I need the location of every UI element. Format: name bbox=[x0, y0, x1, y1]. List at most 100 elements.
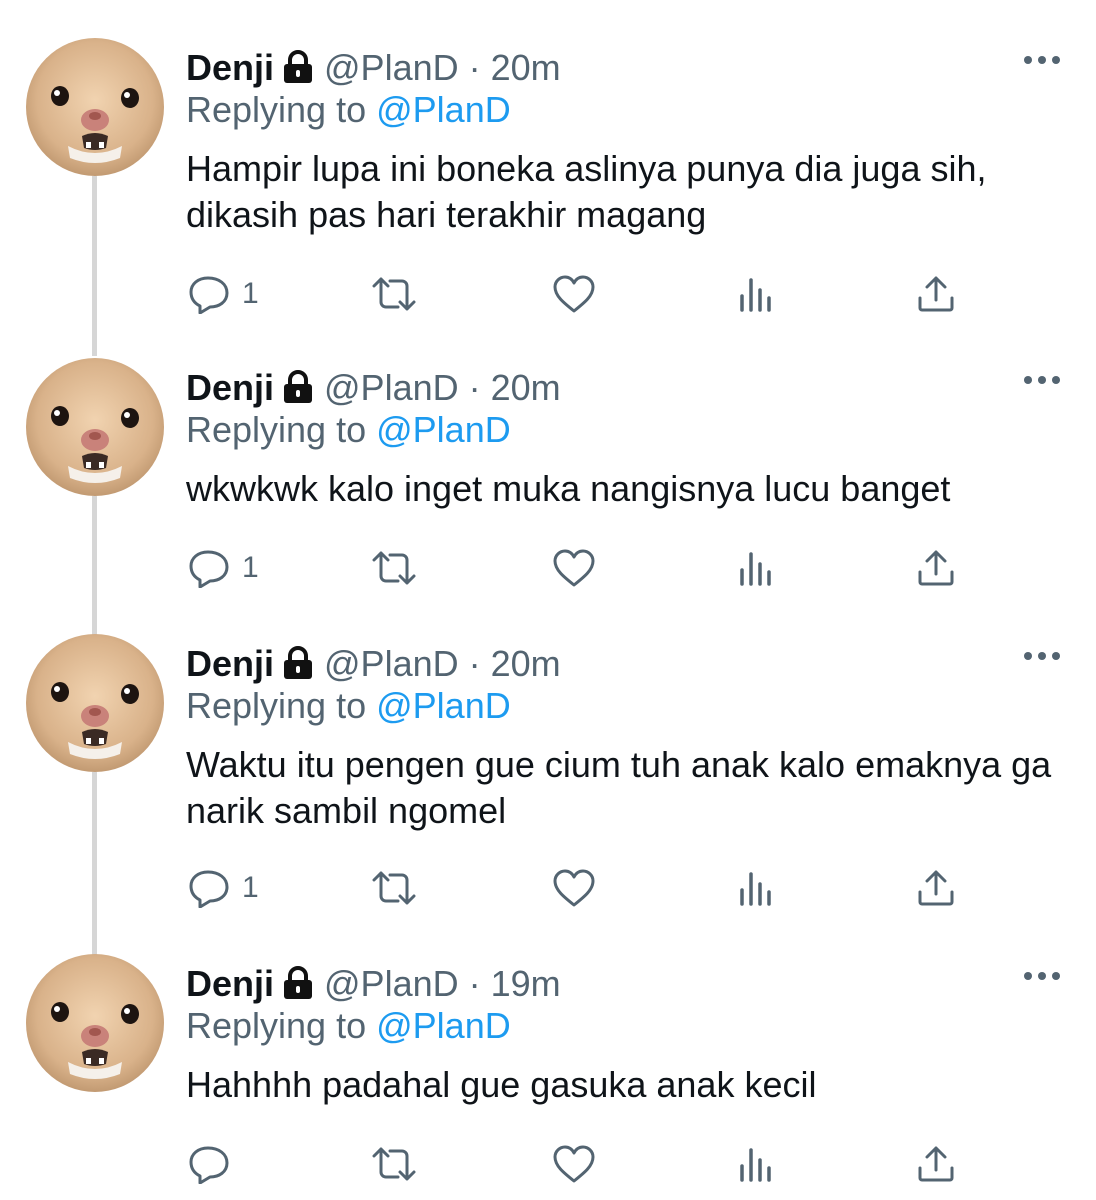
mention-link[interactable]: @PlanD bbox=[376, 89, 511, 130]
display-name[interactable]: Denji bbox=[186, 963, 274, 1004]
tweet[interactable]: Denji @PlanD · 20m Replying to @PlanD wkwkw… bbox=[0, 358, 1096, 618]
tweet[interactable]: Denji @PlanD · 20m Replying to @PlanD Hampi… bbox=[0, 38, 1096, 338]
more-options-icon[interactable] bbox=[1024, 650, 1060, 662]
replying-prefix: Replying to bbox=[186, 685, 367, 726]
share-button[interactable] bbox=[916, 272, 956, 316]
like-button[interactable] bbox=[552, 272, 596, 316]
tweet-text: wkwkwk kalo inget muka nangisnya lucu ba… bbox=[186, 468, 951, 509]
like-button[interactable] bbox=[552, 866, 596, 910]
crying-cat-avatar bbox=[26, 38, 164, 176]
avatar[interactable] bbox=[26, 954, 164, 1092]
tweet-header: Denji @PlanD · 20m bbox=[186, 366, 561, 414]
mention-link[interactable]: @PlanD bbox=[376, 685, 511, 726]
share-icon bbox=[918, 550, 954, 586]
user-handle[interactable]: @PlanD bbox=[324, 47, 459, 88]
reply-button[interactable] bbox=[188, 1142, 242, 1186]
retweet-icon bbox=[372, 277, 416, 311]
share-icon bbox=[918, 276, 954, 312]
reply-icon bbox=[189, 550, 229, 588]
reply-thread: Denji @PlanD · 20m Replying to @PlanD Hampi… bbox=[0, 0, 1096, 1200]
crying-cat-avatar bbox=[26, 358, 164, 496]
replying-prefix: Replying to bbox=[186, 1005, 367, 1046]
timestamp[interactable]: 20m bbox=[491, 47, 561, 88]
tweet-text: Waktu itu pengen gue cium tuh anak kalo … bbox=[186, 744, 1052, 831]
like-button[interactable] bbox=[552, 1142, 596, 1186]
meta-separator: · bbox=[468, 963, 481, 1004]
replying-prefix: Replying to bbox=[186, 409, 367, 450]
reply-icon bbox=[189, 1146, 229, 1184]
tweet-text: Hampir lupa ini boneka aslinya punya dia… bbox=[186, 148, 987, 235]
timestamp[interactable]: 19m bbox=[491, 963, 561, 1004]
timestamp[interactable]: 20m bbox=[491, 643, 561, 684]
like-button[interactable] bbox=[552, 546, 596, 590]
reply-button[interactable]: 1 bbox=[188, 272, 259, 316]
meta-separator: · bbox=[468, 643, 481, 684]
views-icon bbox=[740, 278, 771, 312]
views-button[interactable] bbox=[738, 546, 776, 590]
replying-to: Replying to @PlanD bbox=[186, 88, 511, 132]
like-icon bbox=[553, 549, 595, 587]
share-button[interactable] bbox=[916, 866, 956, 910]
like-icon bbox=[553, 1145, 595, 1183]
share-button[interactable] bbox=[916, 546, 956, 590]
user-handle[interactable]: @PlanD bbox=[324, 963, 459, 1004]
mention-link[interactable]: @PlanD bbox=[376, 1005, 511, 1046]
more-options-icon[interactable] bbox=[1024, 374, 1060, 386]
crying-cat-avatar bbox=[26, 954, 164, 1092]
action-bar: 1 bbox=[0, 546, 1096, 590]
action-bar: 1 bbox=[0, 272, 1096, 316]
replying-to: Replying to @PlanD bbox=[186, 1004, 511, 1048]
more-options-icon[interactable] bbox=[1024, 970, 1060, 982]
display-name[interactable]: Denji bbox=[186, 643, 274, 684]
user-handle[interactable]: @PlanD bbox=[324, 367, 459, 408]
avatar[interactable] bbox=[26, 38, 164, 176]
retweet-button[interactable] bbox=[370, 866, 418, 910]
tweet-header: Denji @PlanD · 19m bbox=[186, 962, 561, 1010]
views-icon bbox=[740, 872, 771, 906]
retweet-button[interactable] bbox=[370, 272, 418, 316]
user-handle[interactable]: @PlanD bbox=[324, 643, 459, 684]
views-icon bbox=[740, 1148, 771, 1182]
like-icon bbox=[553, 869, 595, 907]
retweet-button[interactable] bbox=[370, 546, 418, 590]
reply-icon bbox=[189, 870, 229, 908]
retweet-icon bbox=[372, 1147, 416, 1181]
retweet-button[interactable] bbox=[370, 1142, 418, 1186]
views-button[interactable] bbox=[738, 1142, 776, 1186]
reply-button[interactable]: 1 bbox=[188, 866, 259, 910]
more-options-icon[interactable] bbox=[1024, 54, 1060, 66]
share-icon bbox=[918, 1146, 954, 1182]
action-bar bbox=[0, 1142, 1096, 1186]
retweet-icon bbox=[372, 871, 416, 905]
reply-button[interactable]: 1 bbox=[188, 546, 259, 590]
replying-to: Replying to @PlanD bbox=[186, 684, 511, 728]
timestamp[interactable]: 20m bbox=[491, 367, 561, 408]
views-icon bbox=[740, 552, 771, 586]
views-button[interactable] bbox=[738, 272, 776, 316]
share-icon bbox=[918, 870, 954, 906]
retweet-icon bbox=[372, 551, 416, 585]
crying-cat-avatar bbox=[26, 634, 164, 772]
action-bar: 1 bbox=[0, 866, 1096, 910]
avatar[interactable] bbox=[26, 358, 164, 496]
meta-separator: · bbox=[468, 367, 481, 408]
reply-count: 1 bbox=[242, 871, 259, 904]
avatar[interactable] bbox=[26, 634, 164, 772]
like-icon bbox=[553, 275, 595, 313]
reply-count: 1 bbox=[242, 277, 259, 310]
reply-icon bbox=[189, 276, 229, 314]
tweet-header: Denji @PlanD · 20m bbox=[186, 46, 561, 94]
tweet-text: Hahhhh padahal gue gasuka anak kecil bbox=[186, 1064, 817, 1105]
display-name[interactable]: Denji bbox=[186, 47, 274, 88]
tweet-header: Denji @PlanD · 20m bbox=[186, 642, 561, 690]
display-name[interactable]: Denji bbox=[186, 367, 274, 408]
replying-prefix: Replying to bbox=[186, 89, 367, 130]
reply-count: 1 bbox=[242, 551, 259, 584]
meta-separator: · bbox=[468, 47, 481, 88]
mention-link[interactable]: @PlanD bbox=[376, 409, 511, 450]
tweet[interactable]: Denji @PlanD · 19m Replying to @PlanD Hahhh… bbox=[0, 954, 1096, 1200]
replying-to: Replying to @PlanD bbox=[186, 408, 511, 452]
share-button[interactable] bbox=[916, 1142, 956, 1186]
tweet[interactable]: Denji @PlanD · 20m Replying to @PlanD Waktu… bbox=[0, 634, 1096, 934]
views-button[interactable] bbox=[738, 866, 776, 910]
